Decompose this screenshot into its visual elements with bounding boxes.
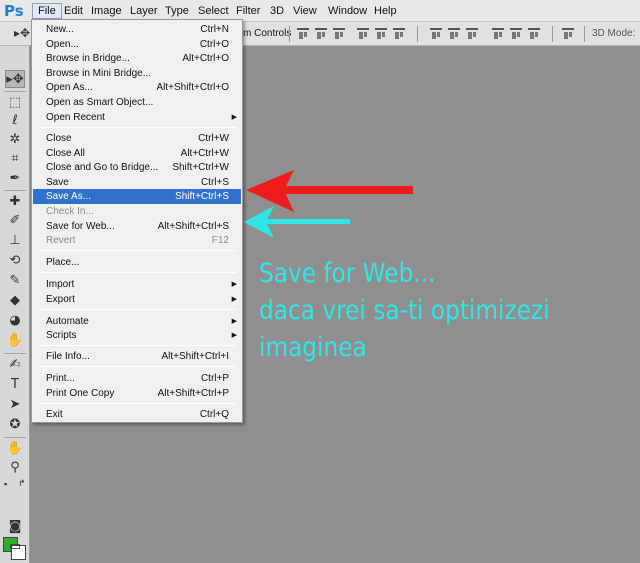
cyan-arrow-shaft xyxy=(262,219,350,224)
annotation-line-1: Save for Web... xyxy=(259,258,436,289)
annotation-text: Save for Web... daca vrei sa-ti optimize… xyxy=(259,255,584,366)
annotation-line-3: imaginea xyxy=(259,332,367,363)
cyan-arrow-icon xyxy=(244,206,350,238)
annotation-line-2: daca vrei sa-ti optimizezi xyxy=(259,295,550,326)
red-arrow-shaft xyxy=(282,186,413,194)
red-arrow-icon xyxy=(246,170,413,212)
